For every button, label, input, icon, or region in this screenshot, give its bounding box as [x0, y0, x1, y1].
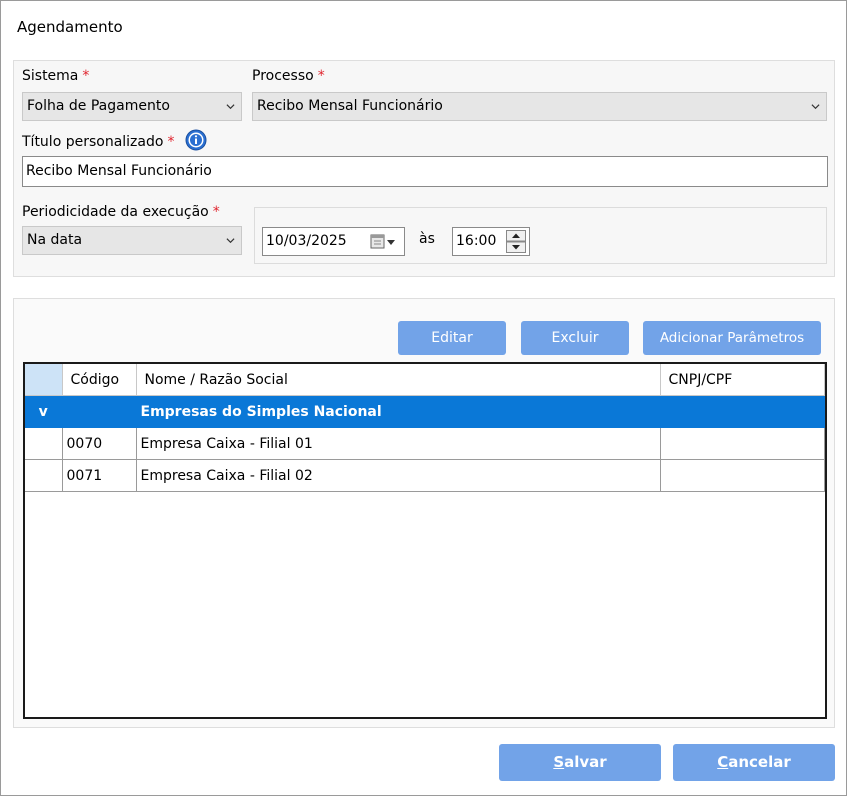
titulo-value: Recibo Mensal Funcionário: [26, 163, 212, 179]
adicionar-parametros-button[interactable]: Adicionar Parâmetros: [643, 321, 821, 355]
processo-value: Recibo Mensal Funcionário: [257, 98, 443, 114]
editar-button[interactable]: Editar: [398, 321, 506, 355]
titulo-label: Título personalizado *: [22, 134, 175, 150]
required-marker: *: [212, 204, 220, 220]
grid-header-row: Código Nome / Razão Social CNPJ/CPF: [25, 364, 825, 396]
cancelar-accel: C: [717, 753, 729, 771]
time-input[interactable]: 16:00: [452, 227, 530, 256]
group-name: Empresas do Simples Nacional: [136, 395, 661, 428]
calendar-dropdown-icon[interactable]: [370, 234, 396, 250]
sistema-label: Sistema *: [22, 68, 90, 84]
table-row[interactable]: 0071 Empresa Caixa - Filial 02: [25, 459, 825, 492]
chevron-down-icon: [226, 238, 235, 244]
date-value: 10/03/2025: [266, 233, 347, 249]
chevron-down-icon: [226, 104, 235, 110]
salvar-label: alvar: [564, 753, 607, 771]
table-row[interactable]: 0070 Empresa Caixa - Filial 01: [25, 427, 825, 460]
row-indicator: [25, 427, 63, 460]
info-icon[interactable]: [185, 129, 207, 151]
sistema-value: Folha de Pagamento: [27, 98, 170, 114]
group-cell-empty: [62, 395, 137, 428]
date-input[interactable]: 10/03/2025: [262, 227, 405, 256]
column-header-cnpj[interactable]: CNPJ/CPF: [660, 364, 825, 396]
agendamento-window: Agendamento Sistema * Folha de Pagamento …: [0, 0, 847, 796]
cancelar-label: ancelar: [728, 753, 791, 771]
column-header-nome[interactable]: Nome / Razão Social: [136, 364, 661, 396]
salvar-accel: S: [553, 753, 565, 771]
required-marker: *: [317, 68, 325, 84]
periodicidade-select[interactable]: Na data: [22, 226, 242, 255]
empresas-grid[interactable]: Código Nome / Razão Social CNPJ/CPF v Em…: [23, 362, 827, 719]
group-row[interactable]: v Empresas do Simples Nacional: [25, 395, 825, 428]
periodicidade-label: Periodicidade da execução *: [22, 204, 220, 220]
as-label: às: [419, 231, 435, 247]
nome-cell: Empresa Caixa - Filial 02: [136, 459, 661, 492]
cancelar-button[interactable]: Cancelar: [673, 744, 835, 781]
processo-select[interactable]: Recibo Mensal Funcionário: [252, 92, 827, 121]
window-title: Agendamento: [17, 18, 123, 36]
required-marker: *: [167, 134, 175, 150]
group-expand-marker[interactable]: v: [25, 395, 63, 428]
sistema-select[interactable]: Folha de Pagamento: [22, 92, 242, 121]
codigo-cell: 0071: [62, 459, 137, 492]
grid-corner-cell: [25, 364, 63, 396]
nome-cell: Empresa Caixa - Filial 01: [136, 427, 661, 460]
periodicidade-value: Na data: [27, 232, 83, 248]
column-header-codigo[interactable]: Código: [62, 364, 137, 396]
spinner-icon[interactable]: [506, 230, 526, 253]
time-value: 16:00: [456, 233, 497, 249]
group-cell-empty: [660, 395, 825, 428]
cnpj-cell: [660, 427, 825, 460]
salvar-button[interactable]: Salvar: [499, 744, 661, 781]
row-indicator: [25, 459, 63, 492]
required-marker: *: [82, 68, 90, 84]
titulo-input[interactable]: Recibo Mensal Funcionário: [22, 156, 828, 187]
cnpj-cell: [660, 459, 825, 492]
codigo-cell: 0070: [62, 427, 137, 460]
processo-label: Processo *: [252, 68, 325, 84]
excluir-button[interactable]: Excluir: [521, 321, 629, 355]
chevron-down-icon: [811, 104, 820, 110]
